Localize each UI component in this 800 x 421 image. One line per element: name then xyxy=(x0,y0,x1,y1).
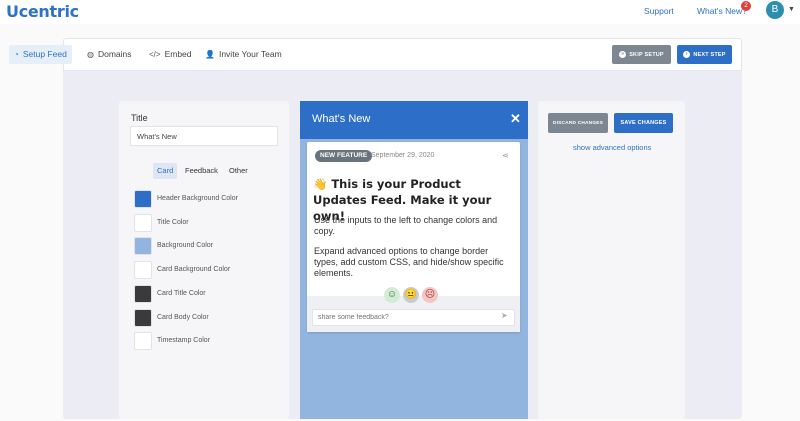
tab-invite-team[interactable]: 👤 Invite Your Team xyxy=(200,45,287,64)
subtab-other[interactable]: Other xyxy=(225,163,252,179)
color-swatch[interactable] xyxy=(134,332,152,350)
color-label: Card Background Color xyxy=(157,266,231,273)
support-link[interactable]: Support xyxy=(644,6,674,16)
code-icon: </> xyxy=(149,50,161,59)
card-body-paragraph: Expand advanced options to change border… xyxy=(314,246,504,278)
user-avatar[interactable]: B xyxy=(766,1,784,19)
tab-embed[interactable]: </> Embed xyxy=(144,45,197,64)
send-icon[interactable]: ➤ xyxy=(501,311,508,320)
card-timestamp: September 29, 2020 xyxy=(371,152,435,159)
sad-face-icon[interactable]: ☹ xyxy=(422,287,438,303)
color-label: Timestamp Color xyxy=(157,337,211,344)
color-label: Card Body Color xyxy=(157,314,209,321)
share-icon[interactable]: ⋖ xyxy=(502,151,509,160)
tab-label: Embed xyxy=(164,49,192,59)
subtab-card[interactable]: Card xyxy=(153,163,178,179)
color-swatch[interactable] xyxy=(134,214,152,232)
next-step-button[interactable]: › NEXT STEP xyxy=(677,45,732,64)
globe-icon: ◍ xyxy=(87,50,94,59)
save-changes-button[interactable]: SAVE CHANGES xyxy=(614,113,673,133)
button-label: NEXT STEP xyxy=(693,51,726,58)
color-swatch[interactable] xyxy=(134,309,152,327)
tab-domains[interactable]: ◍ Domains xyxy=(82,45,137,64)
feedback-input[interactable] xyxy=(312,309,515,326)
skip-setup-button[interactable]: » SKIP SETUP xyxy=(612,45,671,64)
close-icon[interactable]: ✕ xyxy=(510,111,521,127)
user-plus-icon: 👤 xyxy=(205,50,215,59)
color-label: Title Color xyxy=(157,219,189,226)
color-swatch[interactable] xyxy=(134,285,152,303)
brand-logo[interactable]: Ucentric xyxy=(6,2,79,21)
arrow-right-icon: › xyxy=(683,51,691,58)
skip-icon: » xyxy=(619,51,627,58)
color-swatch[interactable] xyxy=(134,261,152,279)
subtab-feedback[interactable]: Feedback xyxy=(181,163,222,179)
neutral-face-icon[interactable]: 😐 xyxy=(403,287,419,303)
title-label: Title xyxy=(131,113,148,123)
tab-setup-feed[interactable]: ◔ Setup Feed xyxy=(9,45,72,64)
happy-face-icon[interactable]: ☺ xyxy=(384,287,400,303)
rss-icon: ◔ xyxy=(14,50,19,59)
color-swatch[interactable] xyxy=(134,190,152,208)
settings-panel xyxy=(119,101,289,419)
notification-badge: 2 xyxy=(741,1,751,11)
title-input[interactable] xyxy=(130,126,278,146)
tab-label: Domains xyxy=(97,49,132,59)
color-label: Card Title Color xyxy=(157,290,206,297)
button-label: SKIP SETUP xyxy=(629,51,664,58)
top-navbar: Ucentric Support What's New? 2 B ▼ xyxy=(0,0,800,24)
tab-label: Setup Feed xyxy=(22,49,67,59)
color-label: Header Background Color xyxy=(157,195,238,202)
preview-title: What's New xyxy=(312,113,371,125)
caret-down-icon[interactable]: ▼ xyxy=(788,6,795,13)
color-label: Background Color xyxy=(157,242,214,249)
card-body-paragraph: Use the inputs to the left to change col… xyxy=(314,215,498,236)
whats-new-link[interactable]: What's New? xyxy=(697,6,747,16)
show-advanced-options-link[interactable]: show advanced options xyxy=(573,143,651,152)
tab-label: Invite Your Team xyxy=(218,49,282,59)
color-swatch[interactable] xyxy=(134,237,152,255)
discard-changes-button[interactable]: DISCARD CHANGES xyxy=(548,113,608,133)
status-badge: NEW FEATURE xyxy=(315,150,373,162)
